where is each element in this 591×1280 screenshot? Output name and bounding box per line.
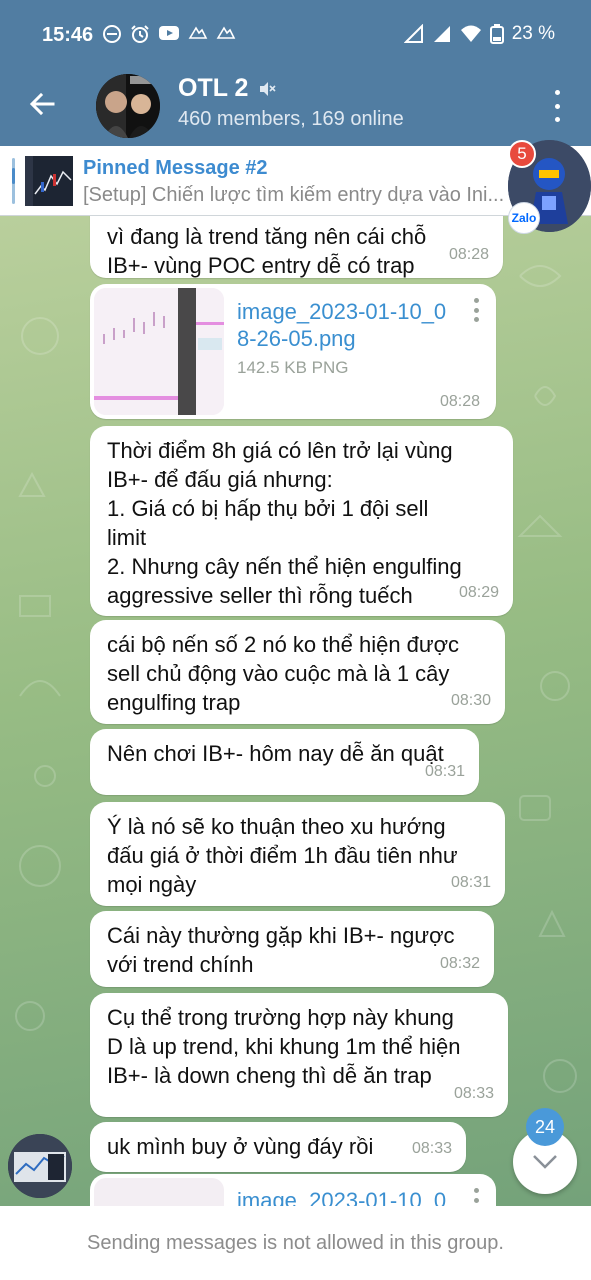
chevron-down-icon: [533, 1155, 557, 1169]
back-arrow-icon: [29, 92, 55, 116]
signal-icon: [403, 24, 423, 43]
file-name[interactable]: image_2023-01-10_0: [237, 1188, 446, 1206]
battery-level: 23 %: [511, 23, 555, 44]
message-text: Nên chơi IB+- hôm nay dễ ăn quật: [107, 741, 444, 766]
app-icon: [188, 26, 208, 39]
app-icon: [216, 26, 236, 39]
message-time: 08:29: [458, 584, 499, 601]
pinned-thumbnail: [25, 156, 73, 206]
pinned-title: Pinned Message #2: [83, 157, 268, 179]
do-not-disturb-icon: [103, 25, 121, 43]
message-time: 08:32: [439, 955, 480, 972]
message-bubble[interactable]: Nên chơi IB+- hôm nay dễ ăn quật 08:31: [90, 729, 479, 795]
message-time: 08:31: [424, 763, 465, 780]
message-text: Ý là nó sẽ ko thuận theo xu hướng đấu gi…: [107, 814, 458, 897]
file-options-button[interactable]: [472, 1188, 480, 1206]
message-bubble[interactable]: Thời điểm 8h giá có lên trở lại vùng IB+…: [90, 426, 513, 616]
message-text: cái bộ nến số 2 nó ko thể hiện được sell…: [107, 632, 460, 715]
group-avatar-image: [96, 74, 160, 138]
message-time: 08:28: [439, 393, 480, 410]
message-text: Thời điểm 8h giá có lên trở lại vùng IB+…: [107, 438, 462, 608]
group-name: OTL 2: [178, 74, 249, 102]
message-bubble[interactable]: Cụ thể trong trường hợp này khung D là u…: [90, 993, 508, 1117]
more-options-button[interactable]: [547, 86, 567, 126]
sender-avatar[interactable]: [8, 1134, 72, 1198]
message-time: 08:31: [450, 874, 491, 891]
zalo-logo-icon: Zalo: [508, 202, 540, 234]
youtube-icon: [159, 26, 179, 40]
back-button[interactable]: [22, 84, 62, 124]
muted-speaker-icon: [260, 81, 276, 96]
message-text: uk mình buy ở vùng đáy rồi: [107, 1134, 374, 1159]
message-bubble[interactable]: Ý là nó sẽ ko thuận theo xu hướng đấu gi…: [90, 802, 505, 906]
group-title[interactable]: OTL 2: [178, 74, 276, 103]
message-bubble[interactable]: cái bộ nến số 2 nó ko thể hiện được sell…: [90, 620, 505, 724]
message-time: 08:30: [450, 692, 491, 709]
status-system-icons: 23 %: [403, 23, 555, 45]
chat-header: OTL 2 460 members, 169 online: [0, 68, 591, 146]
group-member-count: 460 members, 169 online: [178, 108, 404, 130]
signal-full-icon: [433, 26, 450, 42]
file-message[interactable]: image_2023-01-10_08-26-05.png 142.5 KB P…: [90, 284, 496, 419]
file-thumbnail[interactable]: [94, 288, 224, 415]
message-text: vì đang là trend tăng nên cái chỗ IB+- v…: [107, 224, 427, 278]
wifi-icon: [460, 25, 481, 42]
zalo-chat-head[interactable]: 5 Zalo: [508, 140, 591, 234]
message-bubble[interactable]: Cái này thường gặp khi IB+- ngược với tr…: [90, 911, 494, 987]
pinned-text: [Setup] Chiến lược tìm kiếm entry dựa và…: [83, 184, 505, 206]
messaging-disabled-notice: Sending messages is not allowed in this …: [0, 1206, 591, 1280]
message-bubble[interactable]: vì đang là trend tăng nên cái chỗ IB+- v…: [90, 216, 503, 278]
file-message[interactable]: image_2023-01-10_0: [90, 1174, 496, 1206]
pinned-message-bar[interactable]: Pinned Message #2 [Setup] Chiến lược tìm…: [0, 146, 591, 216]
unread-count-badge: 24: [526, 1108, 564, 1146]
file-options-button[interactable]: [472, 298, 480, 322]
message-list[interactable]: vì đang là trend tăng nên cái chỗ IB+- v…: [0, 216, 591, 1206]
status-notification-icons: [102, 24, 236, 44]
message-time: 08:33: [411, 1140, 452, 1157]
status-bar: 15:46 23 %: [0, 0, 591, 68]
message-text: Cái này thường gặp khi IB+- ngược với tr…: [107, 923, 455, 977]
message-time: 08:28: [448, 246, 489, 263]
file-size: 142.5 KB PNG: [237, 358, 349, 377]
status-time: 15:46: [42, 24, 94, 46]
file-name[interactable]: image_2023-01-10_08-26-05.png: [237, 298, 457, 352]
pinned-indicator-active: [12, 168, 15, 184]
message-text: Cụ thể trong trường hợp này khung D là u…: [107, 1005, 461, 1088]
message-time: 08:33: [453, 1085, 494, 1102]
file-thumbnail[interactable]: [94, 1178, 224, 1206]
battery-icon: [489, 24, 504, 44]
message-bubble[interactable]: uk mình buy ở vùng đáy rồi 08:33: [90, 1122, 466, 1172]
zalo-notification-badge: 5: [508, 140, 536, 168]
group-avatar[interactable]: [96, 74, 160, 138]
alarm-icon: [131, 25, 149, 43]
